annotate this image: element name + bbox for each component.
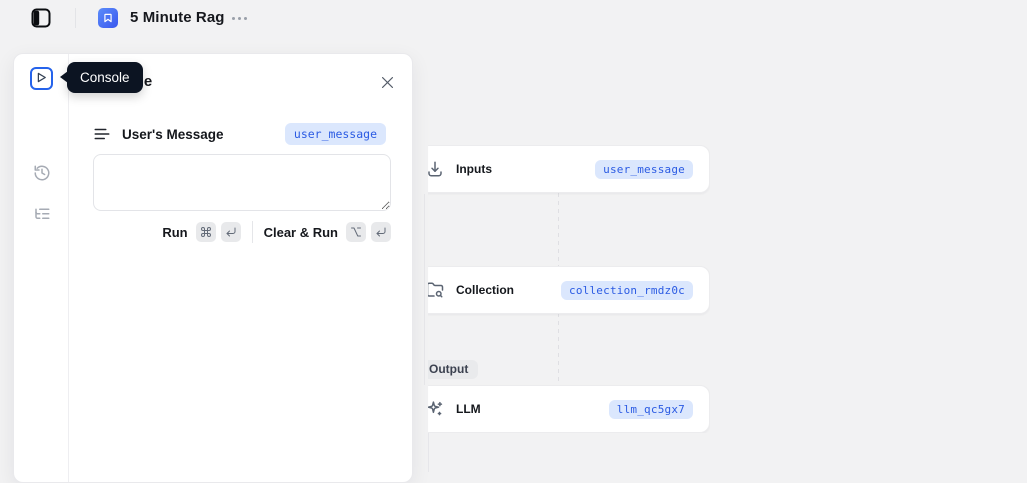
console-actions: Run Clear & Run (93, 221, 391, 243)
return-key-icon (371, 222, 391, 242)
console-tooltip: Console (67, 62, 143, 93)
node-label: Inputs (456, 162, 492, 176)
node-id-badge: user_message (595, 160, 693, 179)
run-button-label: Run (162, 225, 187, 240)
history-icon (33, 170, 51, 185)
edge-connector-line (424, 194, 425, 385)
download-inputs-icon (428, 160, 444, 178)
tooltip-arrow (60, 71, 68, 83)
more-options-button[interactable] (228, 8, 250, 28)
sidebar-toggle-button[interactable] (30, 7, 52, 29)
return-key-icon (221, 222, 241, 242)
workflow-canvas: Inputs user_message Collection collectio… (428, 145, 710, 433)
console-panel: Console User's Message user_message Run (13, 53, 413, 483)
console-content: Console User's Message user_message Run (69, 54, 414, 482)
node-label: Collection (456, 283, 514, 297)
close-icon (379, 79, 396, 94)
edge-connector-line (428, 433, 429, 472)
tooltip-text: Console (80, 70, 130, 85)
option-key-icon (346, 222, 366, 242)
tree-icon (33, 210, 51, 225)
run-button[interactable]: Run (162, 222, 240, 242)
history-tab-button[interactable] (33, 164, 51, 182)
tree-tab-button[interactable] (33, 204, 51, 222)
panel-icon-rail (14, 54, 69, 482)
node-label: LLM (456, 402, 481, 416)
user-message-input[interactable] (93, 154, 391, 211)
cmd-key-icon (196, 222, 216, 242)
topbar: 5 Minute Rag (0, 0, 1027, 36)
text-lines-icon (93, 125, 111, 143)
node-inputs[interactable]: Inputs user_message (428, 145, 710, 193)
node-id-badge: collection_rmdz0c (561, 281, 693, 300)
sparkles-icon (428, 400, 444, 418)
input-variable-row: User's Message user_message (93, 122, 390, 146)
workflow-logo-icon (98, 8, 118, 28)
variable-badge: user_message (285, 123, 386, 145)
node-collection[interactable]: Collection collection_rmdz0c (428, 266, 710, 314)
workflow-title: 5 Minute Rag (130, 9, 225, 26)
edge-output-tag: Output (428, 360, 478, 379)
clear-and-run-label: Clear & Run (264, 225, 338, 240)
node-llm[interactable]: LLM llm_qc5gx7 (428, 385, 710, 433)
input-variable-label: User's Message (122, 127, 224, 142)
ellipsis-icon (232, 17, 235, 20)
actions-divider (252, 221, 253, 243)
topbar-divider (75, 8, 76, 28)
node-id-badge: llm_qc5gx7 (609, 400, 693, 419)
clear-and-run-button[interactable]: Clear & Run (264, 222, 391, 242)
panel-left-icon (30, 17, 52, 32)
close-button[interactable] (378, 74, 396, 92)
console-tab-button[interactable] (30, 67, 53, 90)
play-console-icon (34, 70, 49, 88)
folder-search-icon (428, 281, 444, 299)
